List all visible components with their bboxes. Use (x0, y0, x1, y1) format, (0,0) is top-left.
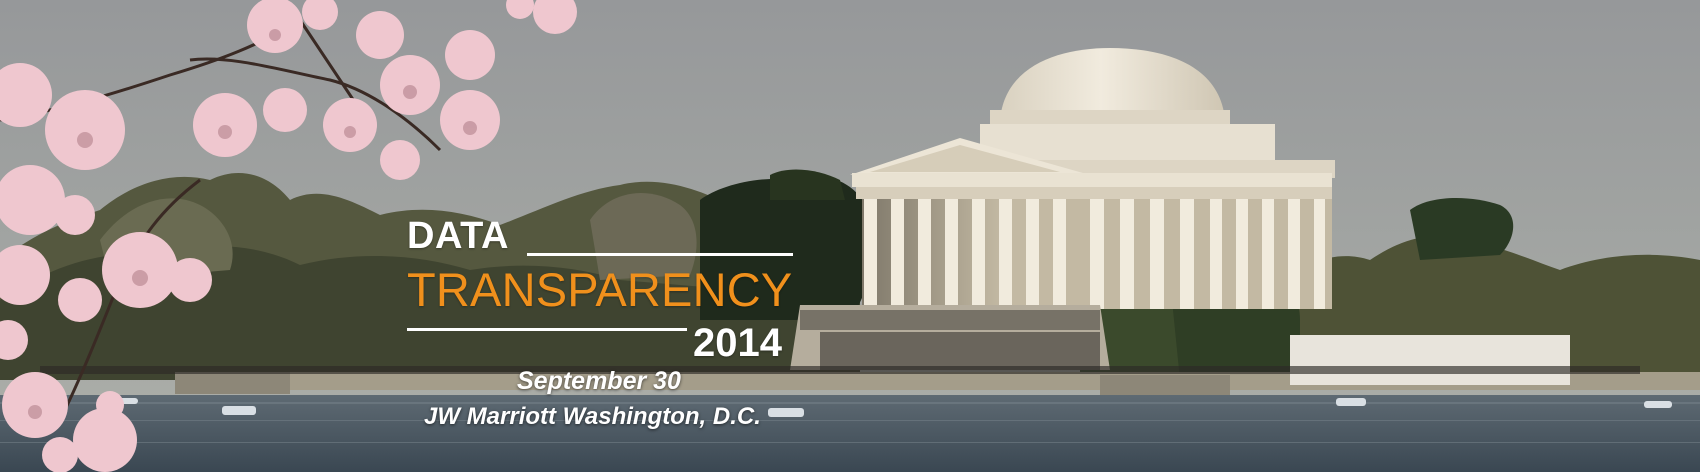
banner: DATA TRANSPARENCY 2014 September 30 JW M… (0, 0, 1700, 472)
title-divider-bottom (407, 328, 687, 331)
title-divider-top (527, 253, 793, 256)
event-year: 2014 (693, 321, 782, 365)
jefferson-memorial-photo (0, 0, 1700, 472)
event-title-line1: DATA (407, 215, 509, 257)
event-date: September 30 (517, 367, 681, 395)
event-title-line2: TRANSPARENCY (407, 263, 793, 316)
event-title-lockup: DATA TRANSPARENCY 2014 (407, 216, 797, 366)
event-venue: JW Marriott Washington, D.C. (424, 403, 761, 430)
